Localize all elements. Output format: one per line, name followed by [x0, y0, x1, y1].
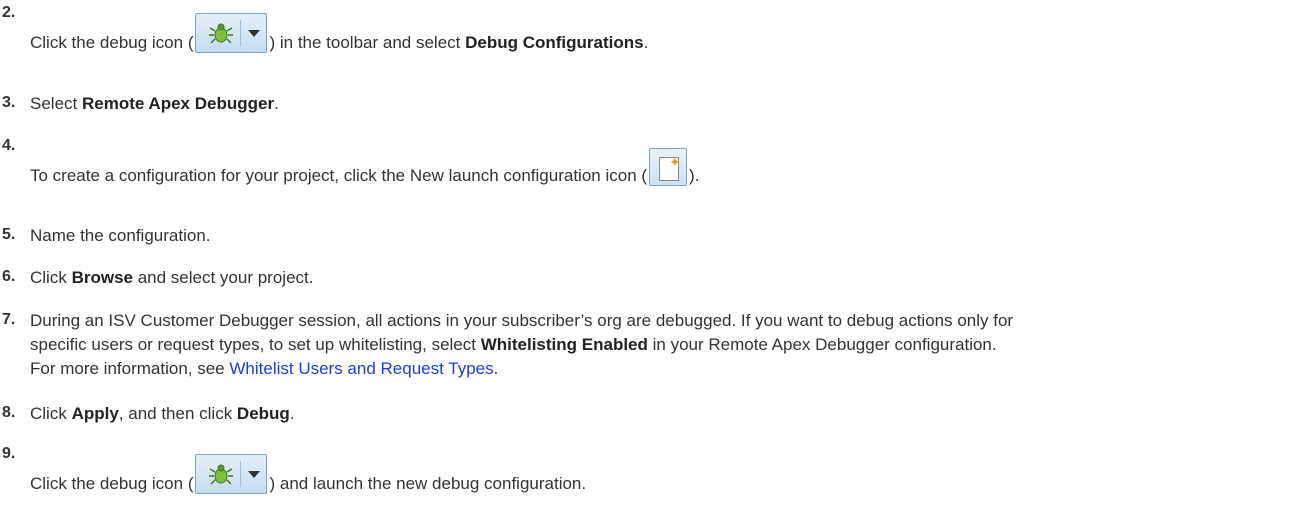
whitelist-users-link[interactable]: Whitelist Users and Request Types	[229, 359, 493, 378]
step-number: 5.	[2, 226, 16, 243]
debug-bug-icon[interactable]	[195, 12, 268, 53]
step-number: 7.	[2, 311, 16, 328]
debug-bug-icon[interactable]	[195, 453, 268, 494]
chevron-down-icon[interactable]	[248, 470, 261, 478]
step-text: Name the configuration.	[30, 226, 211, 245]
step-text: Click Browse and select your project.	[30, 268, 314, 287]
step-text: Click Apply, and then click Debug.	[30, 404, 295, 423]
step-number: 2.	[2, 4, 16, 21]
step-number: 6.	[2, 268, 16, 285]
step-number: 8.	[2, 404, 16, 421]
step-text: Click the debug icon ( ) and launch the …	[30, 453, 586, 496]
step-text: Click the debug icon ( ) in the toolbar …	[30, 12, 648, 55]
chevron-down-icon[interactable]	[248, 29, 261, 37]
step-number: 4.	[2, 137, 16, 154]
step-text: During an ISV Customer Debugger session,…	[30, 311, 1014, 378]
step-number: 3.	[2, 94, 16, 111]
step-number: 9.	[2, 445, 16, 462]
step-text: Select Remote Apex Debugger.	[30, 94, 279, 113]
new-launch-configuration-icon[interactable]: ✦	[649, 147, 688, 186]
step-text: To create a configuration for your proje…	[30, 147, 699, 188]
